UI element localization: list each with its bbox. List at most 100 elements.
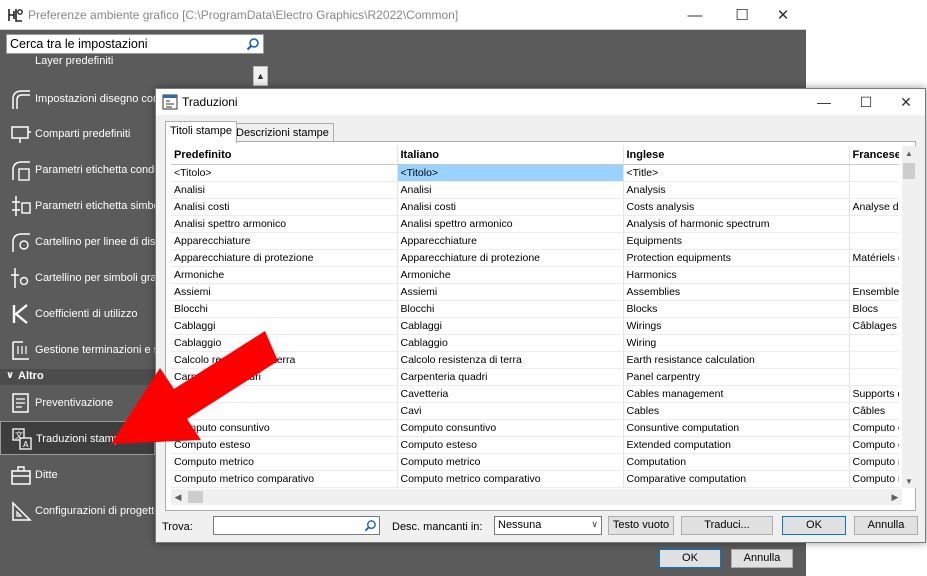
table-row[interactable]: Computo metrico comparativo Computo metri… [171, 470, 899, 488]
table-row[interactable]: Computo metrico Computo metrico Computatio… [171, 453, 899, 471]
sidebar-item-impostazioni-disegno-condotti[interactable]: Impostazioni disegno condotti [0, 82, 155, 116]
table-row[interactable]: Assiemi Assiemi Assemblies Ensemble [171, 283, 899, 301]
cell-italiano[interactable]: Computo metrico comparativo [397, 470, 624, 488]
cell-francese[interactable] [849, 232, 899, 250]
close-button[interactable]: ✕ [760, 0, 806, 30]
missing-language-select[interactable]: Nessuna ∨ [494, 516, 602, 535]
cell-inglese[interactable]: Cables [623, 402, 850, 420]
dialog-cancel-button[interactable]: Annulla [854, 516, 918, 535]
cell-italiano[interactable]: Computo esteso [397, 436, 624, 454]
cell-italiano[interactable]: Analisi [397, 181, 624, 199]
cell-italiano[interactable]: Cablaggio [397, 334, 624, 352]
scroll-right-arrow-icon[interactable]: ▶ [888, 489, 902, 505]
cell-inglese[interactable]: Harmonics [623, 266, 850, 284]
minimize-button[interactable]: — [672, 0, 718, 30]
cell-francese[interactable]: Câblages [849, 317, 899, 335]
cell-francese[interactable]: Computo m [849, 453, 899, 471]
sidebar-item-layer-predefiniti[interactable]: Layer predefiniti [0, 52, 155, 70]
cell-predefinito[interactable]: Cavetteria [171, 385, 398, 403]
cell-italiano[interactable]: Analisi spettro armonico [397, 215, 624, 233]
table-row[interactable]: Carpenteria quadri Carpenteria quadri Pane… [171, 368, 899, 386]
cell-italiano[interactable]: Cablaggi [397, 317, 624, 335]
maximize-button[interactable]: ☐ [719, 0, 765, 30]
search-icon[interactable] [364, 519, 377, 532]
cell-predefinito[interactable]: Assiemi [171, 283, 398, 301]
table-row[interactable]: Cavi Cavi Cables Câbles [171, 402, 899, 420]
cell-inglese[interactable]: Wirings [623, 317, 850, 335]
preferences-ok-button[interactable]: OK [659, 549, 721, 568]
vertical-scroll-thumb[interactable] [903, 163, 915, 179]
table-row[interactable]: Apparecchiature Apparecchiature Equipments [171, 232, 899, 250]
preferences-cancel-button[interactable]: Annulla [731, 549, 793, 568]
cell-predefinito[interactable]: Analisi costi [171, 198, 398, 216]
sidebar-scroll-up-button[interactable]: ▲ [253, 66, 268, 86]
cell-francese[interactable] [849, 215, 899, 233]
find-input[interactable] [213, 516, 380, 535]
cell-predefinito[interactable]: Armoniche [171, 266, 398, 284]
tab-titoli-stampe[interactable]: Titoli stampe [165, 121, 237, 143]
cell-inglese[interactable]: Protection equipments [623, 249, 850, 267]
cell-francese[interactable]: Matériels d [849, 249, 899, 267]
settings-search-input[interactable]: Cerca tra le impostazioni [6, 34, 264, 54]
cell-inglese[interactable]: Extended computation [623, 436, 850, 454]
section-header-altro[interactable]: ∨ Altro [0, 369, 155, 385]
cell-italiano[interactable]: Cavetteria [397, 385, 624, 403]
cell-francese[interactable] [849, 351, 899, 369]
column-header-italiano[interactable]: Italiano [397, 146, 624, 165]
dialog-maximize-button[interactable]: ☐ [844, 89, 888, 115]
sidebar-item-traduzioni-stampe[interactable]: 文A Traduzioni stampe [0, 421, 155, 455]
search-icon[interactable] [246, 37, 260, 51]
table-row[interactable]: Computo esteso Computo esteso Extended com… [171, 436, 899, 454]
cell-inglese[interactable]: Equipments [623, 232, 850, 250]
vertical-scrollbar[interactable]: ▲ ▼ [902, 146, 916, 488]
cell-inglese[interactable]: Earth resistance calculation [623, 351, 850, 369]
sidebar-item-configurazioni-progetto[interactable]: Configurazioni di progetto [0, 494, 155, 528]
table-row[interactable]: Cablaggi Cablaggi Wirings Câblages [171, 317, 899, 335]
scroll-down-arrow-icon[interactable]: ▼ [902, 474, 916, 488]
table-row[interactable]: Cablaggio Cablaggio Wiring [171, 334, 899, 352]
table-row[interactable]: Computo consuntivo Computo consuntivo Cons… [171, 419, 899, 437]
sidebar-item-coefficienti-utilizzo[interactable]: Coefficienti di utilizzo [0, 297, 155, 331]
table-row[interactable]: Analisi costi Analisi costi Costs analysis… [171, 198, 899, 216]
cell-francese[interactable]: Computo e [849, 436, 899, 454]
table-row[interactable]: Calcolo resistenza di terra Calcolo resis… [171, 351, 899, 369]
column-header-predefinito[interactable]: Predefinito [171, 146, 398, 165]
cell-inglese[interactable]: Assemblies [623, 283, 850, 301]
cell-inglese[interactable]: Analysis [623, 181, 850, 199]
cell-predefinito[interactable]: Analisi spettro armonico [171, 215, 398, 233]
cell-predefinito[interactable]: Calcolo resistenza di terra [171, 351, 398, 369]
table-row[interactable]: Analisi Analisi Analysis [171, 181, 899, 199]
horizontal-scroll-thumb[interactable] [188, 491, 203, 503]
column-header-francese[interactable]: Francese [849, 146, 899, 165]
empty-text-button[interactable]: Testo vuoto [608, 516, 674, 535]
table-row[interactable]: Apparecchiature di protezione Apparecchia… [171, 249, 899, 267]
cell-italiano[interactable]: Computo consuntivo [397, 419, 624, 437]
cell-predefinito[interactable]: Computo esteso [171, 436, 398, 454]
sidebar-item-gestione-terminazioni[interactable]: Gestione terminazioni e schede [0, 333, 155, 367]
cell-predefinito[interactable]: Computo metrico [171, 453, 398, 471]
cell-italiano[interactable]: Cavi [397, 402, 624, 420]
cell-predefinito[interactable]: Computo metrico comparativo [171, 470, 398, 488]
sidebar-item-ditte[interactable]: Ditte [0, 458, 155, 492]
cell-inglese[interactable]: Analysis of harmonic spectrum [623, 215, 850, 233]
cell-italiano[interactable]: Analisi costi [397, 198, 624, 216]
cell-predefinito[interactable]: Analisi [171, 181, 398, 199]
cell-inglese[interactable]: Costs analysis [623, 198, 850, 216]
cell-francese[interactable] [849, 368, 899, 386]
table-row[interactable]: Armoniche Armoniche Harmonics [171, 266, 899, 284]
cell-inglese[interactable]: Consuntive computation [623, 419, 850, 437]
cell-inglese[interactable]: Blocks [623, 300, 850, 318]
cell-italiano[interactable]: Calcolo resistenza di terra [397, 351, 624, 369]
scroll-up-arrow-icon[interactable]: ▲ [902, 146, 916, 160]
cell-inglese[interactable]: <Title> [623, 164, 850, 182]
cell-inglese[interactable]: Cables management [623, 385, 850, 403]
cell-italiano[interactable]: Armoniche [397, 266, 624, 284]
cell-predefinito[interactable]: Computo consuntivo [171, 419, 398, 437]
table-row[interactable]: Analisi spettro armonico Analisi spettro … [171, 215, 899, 233]
cell-italiano[interactable]: Blocchi [397, 300, 624, 318]
cell-predefinito[interactable]: Apparecchiature di protezione [171, 249, 398, 267]
dialog-minimize-button[interactable]: — [802, 89, 846, 115]
tab-descrizioni-stampe[interactable]: Descrizioni stampe [231, 123, 334, 142]
cell-italiano[interactable]: Assiemi [397, 283, 624, 301]
sidebar-item-cartellino-simboli-grafici[interactable]: Cartellino per simboli grafici [0, 261, 155, 295]
